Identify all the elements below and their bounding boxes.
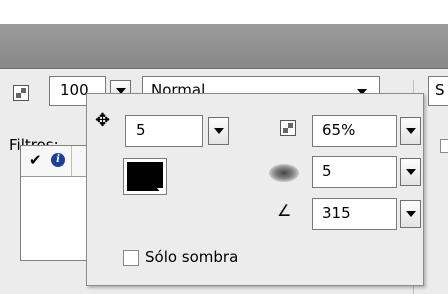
alpha-value: 65% bbox=[322, 121, 356, 139]
move-icon: ✥ bbox=[95, 110, 111, 131]
shadow-color-swatch[interactable] bbox=[123, 158, 167, 195]
right-panel-field[interactable]: S bbox=[428, 76, 448, 106]
drop-shadow-settings-popup: ✥ 5 65% 5 ∠ 315 Sólo sombra bbox=[86, 93, 424, 286]
right-panel-label: S bbox=[435, 81, 445, 99]
shadow-only-checkbox[interactable] bbox=[123, 250, 139, 266]
distance-input[interactable]: 5 bbox=[125, 115, 203, 147]
alpha-dropdown-button[interactable] bbox=[400, 117, 421, 145]
blur-dropdown-button[interactable] bbox=[400, 158, 421, 186]
color-picker-arrow-icon bbox=[157, 188, 165, 193]
opacity-icon bbox=[13, 85, 29, 101]
angle-icon: ∠ bbox=[277, 201, 292, 220]
distance-value: 5 bbox=[136, 121, 146, 139]
blur-icon bbox=[269, 164, 299, 182]
opacity-value: 100 bbox=[60, 81, 89, 99]
shadow-color-fill bbox=[127, 162, 163, 191]
blur-value: 5 bbox=[322, 162, 332, 180]
shadow-only-label[interactable]: Sólo sombra bbox=[145, 248, 238, 266]
panel-header-bar bbox=[0, 24, 448, 69]
check-icon: ✔ bbox=[29, 151, 42, 169]
right-panel-checkbox[interactable] bbox=[440, 139, 448, 153]
angle-dropdown-button[interactable] bbox=[400, 200, 421, 228]
alpha-input[interactable]: 65% bbox=[312, 115, 397, 147]
angle-input[interactable]: 315 bbox=[312, 198, 397, 230]
angle-value: 315 bbox=[322, 204, 351, 222]
info-icon: i bbox=[51, 153, 65, 167]
header-divider bbox=[71, 146, 72, 176]
blur-input[interactable]: 5 bbox=[312, 156, 397, 188]
transparency-icon bbox=[280, 120, 296, 136]
distance-dropdown-button[interactable] bbox=[208, 117, 229, 145]
